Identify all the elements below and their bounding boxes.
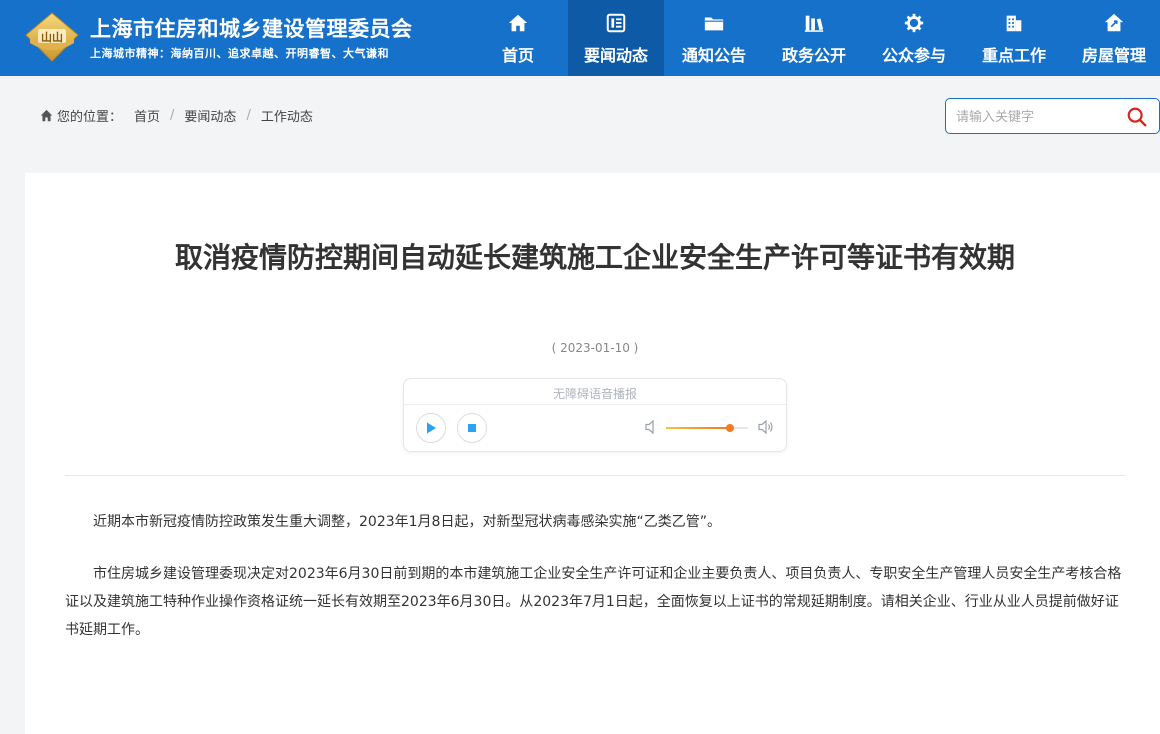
nav-label: 房屋管理 xyxy=(1081,46,1146,65)
volume-slider[interactable] xyxy=(666,424,748,432)
nav-item-news[interactable]: 要闻动态 xyxy=(568,0,664,76)
breadcrumb-item-news[interactable]: 要闻动态 xyxy=(184,106,236,125)
search-input[interactable] xyxy=(956,107,1116,127)
nav-item-housing[interactable]: 房屋管理 xyxy=(1064,0,1160,76)
nav-item-key-work[interactable]: 重点工作 xyxy=(964,0,1064,76)
volume-handle[interactable] xyxy=(725,424,734,432)
site-title[interactable]: 上海市住房和城乡建设管理委员会 xyxy=(90,13,413,43)
building-icon xyxy=(1006,15,1022,32)
home-icon xyxy=(40,109,53,122)
breadcrumb-separator: / xyxy=(246,108,251,123)
news-icon xyxy=(606,13,626,33)
volume-low-icon[interactable] xyxy=(645,419,659,435)
site-header: 山山 上海市住房和城乡建设管理委员会 上海城市精神：海纳百川、追求卓越、开明睿智… xyxy=(0,0,1160,76)
books-icon xyxy=(804,15,824,32)
emblem-logo-icon[interactable]: 山山 xyxy=(24,11,80,63)
content-divider xyxy=(65,475,1125,476)
search-box xyxy=(945,98,1160,134)
nav-label: 要闻动态 xyxy=(583,46,648,65)
play-icon xyxy=(427,422,436,434)
nav-item-gov-affairs[interactable]: 政务公开 xyxy=(764,0,864,76)
nav-item-home[interactable]: 首页 xyxy=(468,0,568,76)
breadcrumb: 您的位置： 首页 / 要闻动态 / 工作动态 xyxy=(40,106,313,125)
location-label: 您的位置： xyxy=(57,110,123,125)
emblem-text: 山山 xyxy=(41,30,63,44)
article-date: ( 2023-01-10 ) xyxy=(551,341,639,355)
search-icon[interactable] xyxy=(1126,106,1148,128)
article-body: 近期本市新冠疫情防控政策发生重大调整，2023年1月8日起，对新型冠状病毒感染实… xyxy=(65,508,1125,668)
article-title: 取消疫情防控期间自动延长建筑施工企业安全生产许可等证书有效期 xyxy=(175,241,1016,274)
house-icon xyxy=(1104,13,1124,32)
nav-label: 公众参与 xyxy=(881,46,946,65)
site-slogan: 上海城市精神：海纳百川、追求卓越、开明睿智、大气谦和 xyxy=(90,47,389,60)
nav-label: 通知公告 xyxy=(681,46,746,65)
breadcrumb-separator: / xyxy=(170,108,175,123)
home-icon xyxy=(508,14,528,32)
main-nav: 首页 要闻动态 通知公告 政务公开 公众参与 重点工作 房屋管理 xyxy=(468,0,1160,76)
gear-icon xyxy=(904,13,924,33)
nav-item-public[interactable]: 公众参与 xyxy=(864,0,964,76)
folder-icon xyxy=(704,17,724,31)
nav-label: 首页 xyxy=(501,46,534,65)
play-button[interactable] xyxy=(416,413,446,443)
volume-fill xyxy=(666,427,730,429)
nav-label: 政务公开 xyxy=(781,46,846,65)
breadcrumb-item-work-news[interactable]: 工作动态 xyxy=(261,106,313,125)
article-paragraph: 市住房城乡建设管理委现决定对2023年6月30日前到期的本市建筑施工企业安全生产… xyxy=(65,566,1122,638)
audio-player: 无障碍语音播报 xyxy=(403,378,787,452)
stop-icon xyxy=(468,424,476,432)
nav-label: 重点工作 xyxy=(981,46,1046,65)
breadcrumb-item-home[interactable]: 首页 xyxy=(134,106,160,125)
stop-button[interactable] xyxy=(457,413,487,443)
article-paragraph: 近期本市新冠疫情防控政策发生重大调整，2023年1月8日起，对新型冠状病毒感染实… xyxy=(93,514,721,530)
player-divider xyxy=(404,404,786,405)
nav-item-notices[interactable]: 通知公告 xyxy=(664,0,764,76)
article-card: 取消疫情防控期间自动延长建筑施工企业安全生产许可等证书有效期 ( 2023-01… xyxy=(25,173,1160,734)
volume-high-icon[interactable] xyxy=(758,419,774,435)
player-title: 无障碍语音播报 xyxy=(552,387,637,401)
